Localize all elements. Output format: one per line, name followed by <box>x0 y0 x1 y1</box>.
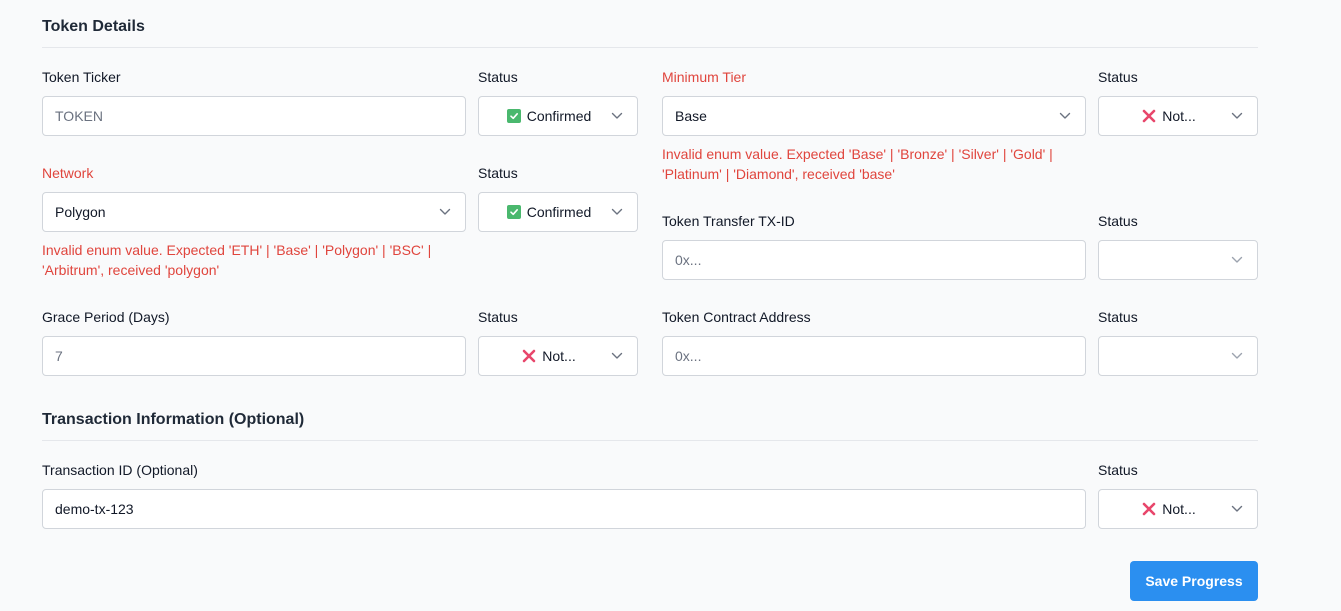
token-transfer-txid-input[interactable]: 0x... <box>662 240 1086 280</box>
chevron-down-icon <box>439 208 451 216</box>
transaction-id-status-label: Status <box>1098 462 1138 478</box>
grace-period-status-select[interactable]: Not... <box>478 336 638 376</box>
minimum-tier-error-line-1: Invalid enum value. Expected 'Base' | 'B… <box>662 146 1053 162</box>
chevron-down-icon <box>611 112 623 120</box>
transaction-id-status-select[interactable]: Not... <box>1098 489 1258 529</box>
transaction-id-label: Transaction ID (Optional) <box>42 462 198 478</box>
check-icon <box>506 109 521 123</box>
minimum-tier-label: Minimum Tier <box>662 69 747 85</box>
chevron-down-icon <box>1231 352 1243 360</box>
network-status-value: Confirmed <box>526 204 592 220</box>
cross-icon <box>1142 502 1156 516</box>
save-progress-button[interactable]: Save Progress <box>1130 561 1258 601</box>
network-error-line-2: 'Arbitrum', received 'polygon' <box>42 262 220 278</box>
token-contract-address-status-label: Status <box>1098 309 1138 325</box>
network-label: Network <box>42 165 94 181</box>
minimum-tier-value: Base <box>675 108 707 124</box>
minimum-tier-status-select[interactable]: Not... <box>1098 96 1258 136</box>
section-divider <box>42 47 1258 48</box>
grace-period-placeholder: 7 <box>55 348 63 364</box>
token-ticker-label: Token Ticker <box>42 69 121 85</box>
section-divider <box>42 440 1258 441</box>
cross-icon <box>522 349 536 363</box>
network-error: Invalid enum value. Expected 'ETH' | 'Ba… <box>42 240 431 280</box>
grace-period-status-label: Status <box>478 309 518 325</box>
minimum-tier-status-value: Not... <box>1162 108 1196 124</box>
minimum-tier-select[interactable]: Base <box>662 96 1086 136</box>
minimum-tier-status-label: Status <box>1098 69 1138 85</box>
token-transfer-txid-label: Token Transfer TX-ID <box>662 213 795 229</box>
transaction-id-input[interactable]: demo-tx-123 <box>42 489 1086 529</box>
chevron-down-icon <box>1059 112 1071 120</box>
chevron-down-icon <box>611 208 623 216</box>
grace-period-status-value: Not... <box>542 348 576 364</box>
token-ticker-status-value: Confirmed <box>526 108 592 124</box>
token-ticker-status-label: Status <box>478 69 518 85</box>
network-select[interactable]: Polygon <box>42 192 466 232</box>
network-error-line-1: Invalid enum value. Expected 'ETH' | 'Ba… <box>42 242 432 258</box>
token-ticker-placeholder: TOKEN <box>55 108 103 124</box>
grace-period-label: Grace Period (Days) <box>42 309 170 325</box>
token-transfer-txid-status-label: Status <box>1098 213 1138 229</box>
token-contract-address-input[interactable]: 0x... <box>662 336 1086 376</box>
network-status-select[interactable]: Confirmed <box>478 192 638 232</box>
form-page: Token Details Token Ticker TOKEN Status … <box>0 0 1341 611</box>
cross-icon <box>1142 109 1156 123</box>
token-transfer-txid-placeholder: 0x... <box>675 252 702 268</box>
token-transfer-txid-status-select[interactable] <box>1098 240 1258 280</box>
minimum-tier-error: Invalid enum value. Expected 'Base' | 'B… <box>662 144 1053 184</box>
chevron-down-icon <box>1231 112 1243 120</box>
transaction-id-status-value: Not... <box>1162 501 1196 517</box>
token-contract-address-status-select[interactable] <box>1098 336 1258 376</box>
check-icon <box>506 205 521 219</box>
chevron-down-icon <box>611 352 623 360</box>
transaction-id-value: demo-tx-123 <box>55 501 134 517</box>
section-title-token-details: Token Details <box>42 18 145 35</box>
network-status-label: Status <box>478 165 518 181</box>
minimum-tier-error-line-2: 'Platinum' | 'Diamond', received 'base' <box>662 166 895 182</box>
chevron-down-icon <box>1231 505 1243 513</box>
section-title-transaction-info: Transaction Information (Optional) <box>42 411 305 428</box>
token-contract-address-placeholder: 0x... <box>675 348 702 364</box>
grace-period-input[interactable]: 7 <box>42 336 466 376</box>
token-contract-address-label: Token Contract Address <box>662 309 811 325</box>
network-value: Polygon <box>55 204 106 220</box>
token-ticker-status-select[interactable]: Confirmed <box>478 96 638 136</box>
chevron-down-icon <box>1231 256 1243 264</box>
token-ticker-input[interactable]: TOKEN <box>42 96 466 136</box>
